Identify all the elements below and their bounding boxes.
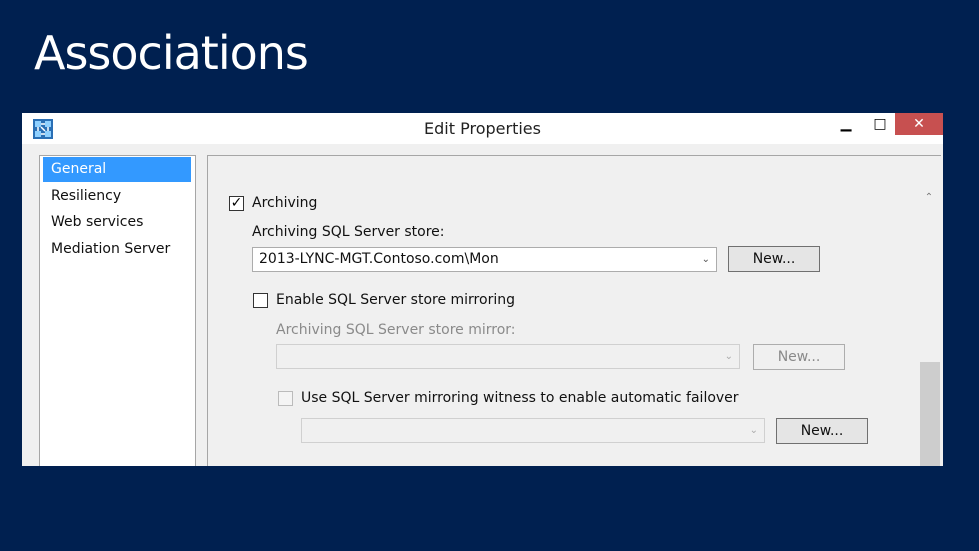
vertical-scrollbar-thumb[interactable]	[920, 362, 940, 466]
witness-label: Use SQL Server mirroring witness to enab…	[301, 390, 739, 406]
title-bar: Edit Properties ▁ □ ✕	[22, 113, 943, 144]
chevron-down-icon: ⌄	[724, 351, 733, 362]
nav-item-web-services[interactable]: Web services	[43, 210, 191, 235]
enable-mirroring-checkbox[interactable]	[253, 293, 268, 308]
nav-item-general[interactable]: General	[43, 157, 191, 182]
edit-properties-window: Edit Properties ▁ □ ✕ General Resiliency…	[22, 113, 943, 466]
witness-checkbox[interactable]	[278, 391, 293, 406]
archiving-store-dropdown[interactable]: 2013-LYNC-MGT.Contoso.com\Mon ⌄	[252, 247, 717, 272]
maximize-button[interactable]: □	[867, 113, 893, 135]
enable-mirroring-label: Enable SQL Server store mirroring	[276, 292, 515, 308]
new-store-button[interactable]: New...	[728, 246, 820, 272]
navigation-list: General Resiliency Web services Mediatio…	[39, 155, 196, 466]
store-mirror-label: Archiving SQL Server store mirror:	[276, 322, 516, 338]
archiving-store-value: 2013-LYNC-MGT.Contoso.com\Mon	[259, 251, 499, 267]
slide-title: Associations	[34, 26, 309, 80]
nav-item-resiliency[interactable]: Resiliency	[43, 184, 191, 209]
chevron-down-icon: ⌄	[701, 254, 710, 265]
archiving-store-label: Archiving SQL Server store:	[252, 224, 445, 240]
close-button[interactable]: ✕	[895, 113, 943, 135]
nav-item-mediation-server[interactable]: Mediation Server	[43, 237, 191, 262]
dialog-client-area: General Resiliency Web services Mediatio…	[22, 144, 943, 466]
store-mirror-dropdown[interactable]: ⌄	[276, 344, 740, 369]
minimize-button[interactable]: ▁	[833, 113, 859, 135]
general-settings-panel: ✓ Archiving Archiving SQL Server store: …	[207, 155, 941, 466]
archiving-label: Archiving	[252, 195, 318, 211]
witness-dropdown[interactable]: ⌄	[301, 418, 765, 443]
new-witness-button[interactable]: New...	[776, 418, 868, 444]
archiving-checkbox[interactable]: ✓	[229, 196, 244, 211]
new-mirror-button[interactable]: New...	[753, 344, 845, 370]
chevron-down-icon: ⌄	[749, 425, 758, 436]
maximize-icon: □	[873, 116, 887, 132]
scroll-up-arrow-icon[interactable]: ⌃	[921, 192, 937, 208]
window-title: Edit Properties	[424, 119, 541, 138]
minimize-icon: ▁	[840, 116, 852, 132]
close-icon: ✕	[913, 116, 925, 132]
